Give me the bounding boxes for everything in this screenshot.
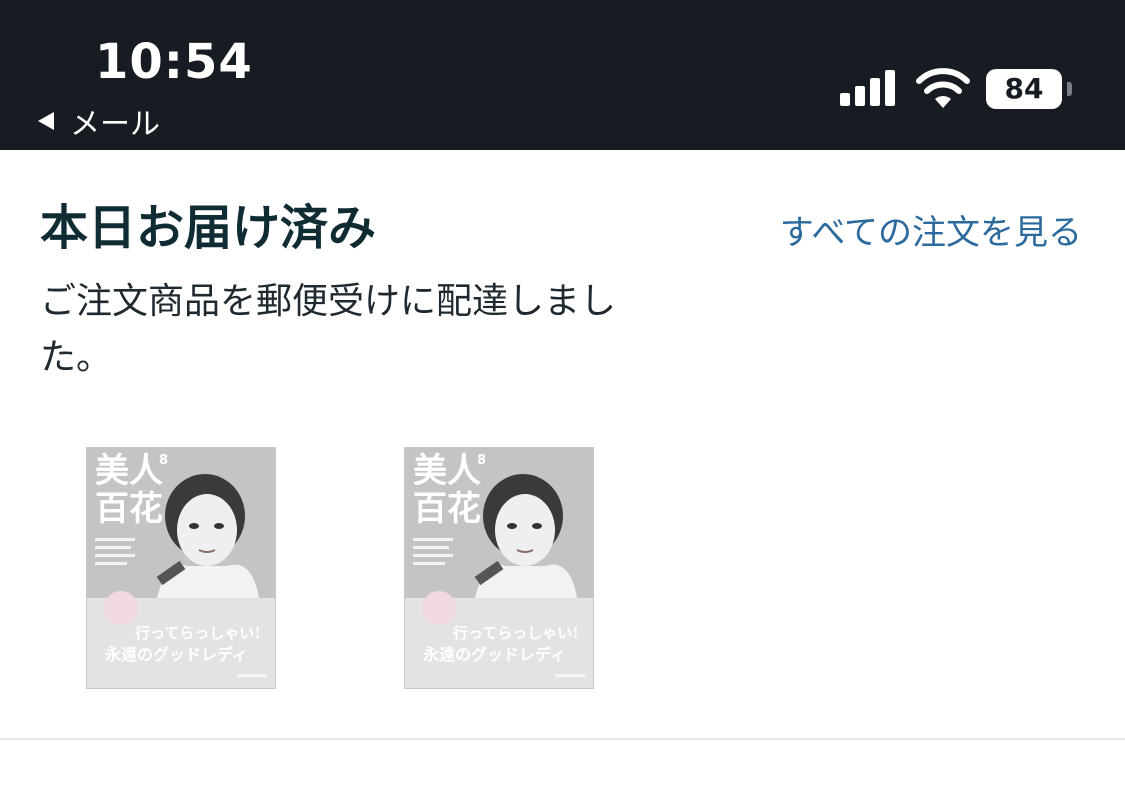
cover-line-2: 永遠のグッドレディ: [104, 645, 248, 664]
magazine-cover-image: 美人 百花 8 行ってらっしゃい! 永遠のグッドレディ: [405, 448, 593, 688]
magazine-cover-image: 美人 百花 8 行ってらっしゃい! 永遠のグッドレディ: [87, 448, 275, 688]
cover-line-1: 行ってらっしゃい!: [134, 624, 261, 642]
page-title: 本日お届け済み: [40, 200, 377, 256]
product-thumbnail[interactable]: 美人 百花 8 行ってらっしゃい! 永遠のグッドレディ: [404, 447, 594, 689]
back-to-mail-button[interactable]: メール: [38, 103, 160, 142]
section-divider: [0, 738, 1125, 740]
cover-line-2: 永遠のグッドレディ: [422, 645, 566, 664]
cover-issue: 8: [477, 453, 486, 468]
battery-level: 84: [986, 69, 1072, 109]
view-all-orders-link[interactable]: すべての注文を見る: [760, 206, 1082, 260]
product-thumbnail[interactable]: 美人 百花 8 行ってらっしゃい! 永遠のグッドレディ: [86, 447, 276, 689]
back-label: メール: [70, 107, 160, 142]
cover-masthead-2: 百花: [413, 489, 481, 529]
cover-line-1: 行ってらっしゃい!: [452, 624, 579, 642]
wifi-icon: [916, 68, 970, 108]
cover-issue: 8: [159, 453, 168, 468]
delivery-description: ご注文商品を郵便受けに配達しました。: [40, 281, 617, 378]
status-bar: 10:54 メール 84: [0, 0, 1125, 150]
cover-masthead-2: 百花: [95, 489, 163, 529]
status-time: 10:54: [95, 34, 253, 90]
cellular-signal-icon: [840, 70, 898, 106]
back-triangle-icon: [38, 112, 54, 130]
battery-icon: 84: [986, 69, 1072, 109]
cover-masthead: 美人: [95, 451, 163, 491]
cover-masthead: 美人: [413, 451, 481, 491]
